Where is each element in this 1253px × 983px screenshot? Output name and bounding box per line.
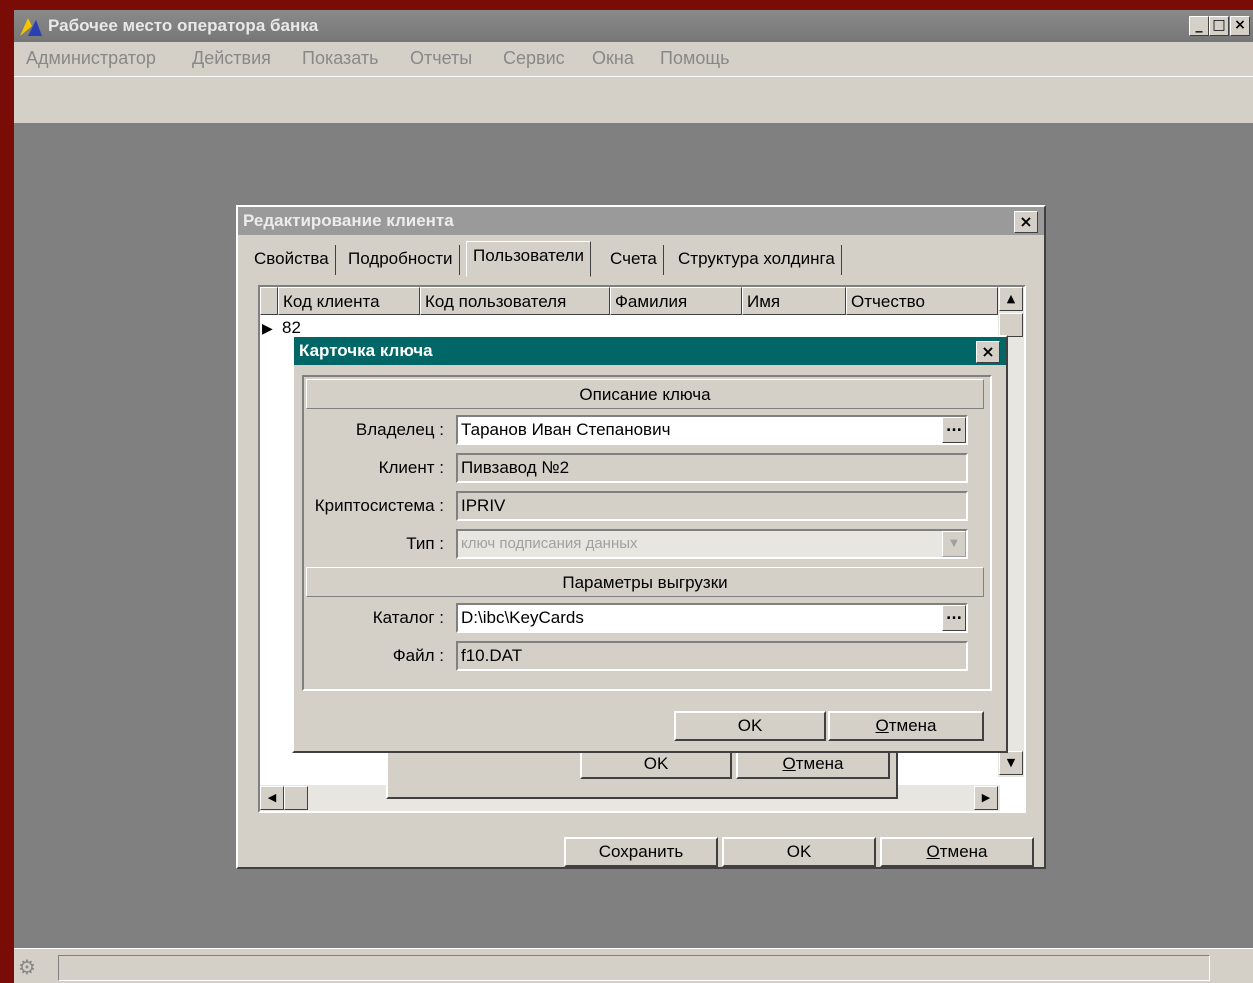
column-header-name[interactable]: Имя xyxy=(742,287,846,315)
tab-holding-structure[interactable]: Структура холдинга xyxy=(672,245,842,275)
cancel-label: тмена xyxy=(795,754,844,773)
app-titlebar: Рабочее место оператора банка _ □ × xyxy=(14,10,1253,42)
owner-browse-button[interactable]: ... xyxy=(942,417,966,443)
catalog-label: Каталог : xyxy=(372,608,444,627)
type-value: ключ подписания данных xyxy=(461,535,638,552)
edit-client-close-button[interactable]: × xyxy=(1014,211,1038,233)
crypto-label: Криптосистема : xyxy=(314,496,444,515)
catalog-browse-button[interactable]: ... xyxy=(942,605,966,631)
tab-properties[interactable]: Свойства xyxy=(248,245,336,275)
type-label: Тип : xyxy=(406,534,444,553)
section-key-description: Описание ключа xyxy=(306,379,984,409)
column-header-client-code[interactable]: Код клиента xyxy=(278,287,420,315)
toolbar xyxy=(14,76,1253,124)
cancel-label: тмена xyxy=(888,716,937,735)
crypto-field: IPRIV xyxy=(456,491,968,521)
client-label: Клиент : xyxy=(378,458,444,477)
type-select: ключ подписания данных ▼ xyxy=(456,529,968,559)
app-logo-icon xyxy=(20,18,42,36)
row-indicator-header xyxy=(260,287,278,315)
status-icon: ⚙ xyxy=(18,957,36,979)
chevron-down-icon: ▼ xyxy=(942,531,966,557)
minimize-button[interactable]: _ xyxy=(1189,16,1209,36)
key-card-title: Карточка ключа xyxy=(294,337,1006,365)
column-header-surname[interactable]: Фамилия xyxy=(610,287,742,315)
menu-service[interactable]: Сервис xyxy=(501,42,567,74)
file-field: f10.DAT xyxy=(456,641,968,671)
menu-show[interactable]: Показать xyxy=(300,42,381,74)
tab-details[interactable]: Подробности xyxy=(342,245,460,275)
menu-admin[interactable]: Администратор xyxy=(24,42,158,74)
edit-client-title: Редактирование клиента xyxy=(238,207,1044,235)
key-card-dialog: Карточка ключа × Описание ключа Владелец… xyxy=(292,335,1008,753)
user-ok-button[interactable]: OK xyxy=(580,749,732,779)
scroll-right-icon[interactable]: ▶ xyxy=(974,786,998,810)
row-pointer-icon: ▶ xyxy=(262,320,273,336)
status-panel xyxy=(58,955,1210,981)
user-cancel-button[interactable]: Отмена xyxy=(736,749,890,779)
client-field: Пивзавод №2 xyxy=(456,453,968,483)
catalog-value: D:\ibc\KeyCards xyxy=(461,608,584,627)
section-export-params: Параметры выгрузки xyxy=(306,567,984,597)
menu-actions[interactable]: Действия xyxy=(190,42,273,74)
cancel-accelerator: О xyxy=(782,754,796,773)
scroll-down-icon[interactable]: ▼ xyxy=(999,751,1023,775)
key-ok-button[interactable]: OK xyxy=(674,711,826,741)
maximize-button[interactable]: □ xyxy=(1209,16,1229,36)
scroll-up-icon[interactable]: ▲ xyxy=(999,287,1023,311)
app-title: Рабочее место оператора банка xyxy=(48,16,319,35)
cancel-accelerator: О xyxy=(875,716,889,735)
file-label: Файл : xyxy=(392,646,444,665)
tab-users[interactable]: Пользователи xyxy=(466,241,591,277)
cancel-label: тмена xyxy=(939,842,988,861)
owner-field[interactable]: Таранов Иван Степанович ... xyxy=(456,415,968,445)
scroll-thumb[interactable] xyxy=(999,313,1023,337)
key-card-close-button[interactable]: × xyxy=(976,341,1000,363)
column-header-user-code[interactable]: Код пользователя xyxy=(420,287,610,315)
menu-windows[interactable]: Окна xyxy=(590,42,636,74)
status-bar: ⚙ xyxy=(14,948,1253,983)
menu-help[interactable]: Помощь xyxy=(658,42,732,74)
owner-value: Таранов Иван Степанович xyxy=(461,420,671,439)
cancel-accelerator: О xyxy=(926,842,940,861)
column-header-patronymic[interactable]: Отчество xyxy=(846,287,998,315)
key-card-panel: Описание ключа Владелец : Таранов Иван С… xyxy=(302,375,992,691)
catalog-field[interactable]: D:\ibc\KeyCards ... xyxy=(456,603,968,633)
menu-reports[interactable]: Отчеты xyxy=(408,42,474,74)
owner-label: Владелец : xyxy=(355,420,444,439)
main-window: Рабочее место оператора банка _ □ × Адми… xyxy=(14,10,1253,983)
scroll-left-icon[interactable]: ◀ xyxy=(260,786,284,810)
close-app-button[interactable]: × xyxy=(1230,16,1250,36)
scroll-h-thumb[interactable] xyxy=(284,786,308,810)
edit-cancel-button[interactable]: Отмена xyxy=(880,837,1034,867)
tab-accounts[interactable]: Счета xyxy=(604,245,664,275)
save-button[interactable]: Сохранить xyxy=(564,837,718,867)
key-cancel-button[interactable]: Отмена xyxy=(828,711,984,741)
edit-ok-button[interactable]: OK xyxy=(722,837,876,867)
menu-bar: Администратор Действия Показать Отчеты С… xyxy=(14,42,1253,76)
